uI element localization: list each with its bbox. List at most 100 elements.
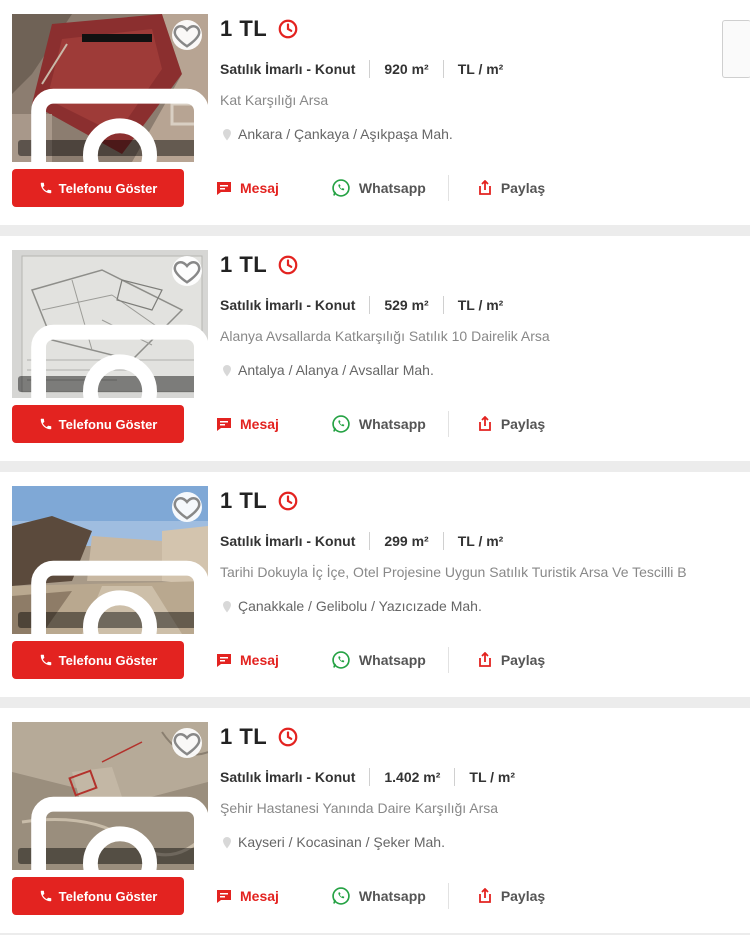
clock-icon [277, 490, 299, 512]
property-type: Satılık İmarlı - Konut [220, 769, 356, 785]
location-text: Kayseri / Kocasinan / Şeker Mah. [238, 834, 445, 850]
message-label: Mesaj [240, 416, 279, 432]
photo-count-badge: 1 [18, 88, 208, 162]
share-icon [478, 652, 491, 667]
share-label: Paylaş [500, 416, 546, 432]
show-phone-label: Telefonu Göster [58, 416, 158, 432]
listing-title[interactable]: Kat Karşılığı Arsa [220, 92, 750, 108]
photo-count-badge: 1 [18, 796, 208, 870]
listing-title[interactable]: Tarihi Dokuyla İç İçe, Otel Projesine Uy… [220, 564, 750, 580]
listing-card[interactable]: 8 1 TL Satılık İmarlı - Konut 299 m² TL … [0, 472, 750, 697]
divider [447, 411, 449, 437]
listing-photo[interactable]: 17 [12, 250, 208, 398]
action-bar: Telefonu Göster Mesaj Whatsapp Paylaş [12, 405, 545, 443]
divider [369, 60, 371, 78]
listing-specs: Satılık İmarlı - Konut 920 m² TL / m² [220, 60, 503, 78]
favorite-button[interactable] [172, 20, 202, 50]
area: 529 m² [384, 297, 429, 313]
show-phone-button[interactable]: Telefonu Göster [12, 641, 184, 679]
message-button[interactable]: Mesaj [216, 169, 279, 207]
divider [369, 532, 371, 550]
listing-photo[interactable]: 1 [12, 722, 208, 870]
area: 1.402 m² [384, 769, 441, 785]
share-button[interactable]: Paylaş [477, 405, 545, 443]
show-phone-label: Telefonu Göster [58, 180, 158, 196]
unit-price: TL / m² [469, 769, 516, 785]
listing-price: 1 TL [220, 16, 268, 41]
whatsapp-icon [332, 415, 350, 433]
whatsapp-button[interactable]: Whatsapp [331, 877, 426, 915]
phone-icon [40, 890, 51, 902]
share-button[interactable]: Paylaş [477, 169, 545, 207]
show-phone-button[interactable]: Telefonu Göster [12, 169, 184, 207]
whatsapp-label: Whatsapp [358, 180, 426, 196]
property-type: Satılık İmarlı - Konut [220, 297, 356, 313]
message-label: Mesaj [240, 180, 279, 196]
whatsapp-icon [332, 651, 350, 669]
favorite-button[interactable] [172, 256, 202, 286]
listing-price: 1 TL [220, 488, 268, 513]
favorite-button[interactable] [172, 728, 202, 758]
location-pin-icon [223, 600, 231, 612]
location-text: Antalya / Alanya / Avsallar Mah. [238, 362, 434, 378]
whatsapp-icon [332, 179, 350, 197]
side-thumbnail[interactable] [722, 20, 750, 78]
message-button[interactable]: Mesaj [216, 641, 279, 679]
message-button[interactable]: Mesaj [216, 405, 279, 443]
whatsapp-button[interactable]: Whatsapp [331, 405, 426, 443]
share-button[interactable]: Paylaş [477, 877, 545, 915]
message-icon [217, 181, 231, 195]
whatsapp-button[interactable]: Whatsapp [331, 169, 426, 207]
clock-icon [277, 254, 299, 276]
message-icon [217, 889, 231, 903]
listing-card[interactable]: 1 1 TL Satılık İmarlı - Konut 1.402 m² T… [0, 708, 750, 933]
whatsapp-button[interactable]: Whatsapp [331, 641, 426, 679]
property-type: Satılık İmarlı - Konut [220, 61, 356, 77]
share-icon [478, 180, 491, 195]
share-button[interactable]: Paylaş [477, 641, 545, 679]
clock-icon [277, 726, 299, 748]
divider [447, 175, 449, 201]
message-label: Mesaj [240, 888, 279, 904]
divider [369, 296, 371, 314]
share-label: Paylaş [500, 652, 546, 668]
camera-icon [31, 796, 208, 870]
divider [442, 532, 444, 550]
camera-icon [31, 560, 208, 634]
listing-price: 1 TL [220, 252, 268, 277]
message-button[interactable]: Mesaj [216, 877, 279, 915]
listing-photo[interactable]: 1 [12, 14, 208, 162]
photo-count-badge: 17 [18, 324, 208, 398]
listing-list: 1 1 TL Satılık İmarlı - Konut 920 m² TL … [0, 0, 750, 935]
listing-photo[interactable]: 8 [12, 486, 208, 634]
show-phone-button[interactable]: Telefonu Göster [12, 877, 184, 915]
area: 299 m² [384, 533, 429, 549]
action-bar: Telefonu Göster Mesaj Whatsapp Paylaş [12, 641, 545, 679]
phone-icon [40, 418, 51, 430]
share-label: Paylaş [500, 180, 546, 196]
divider [442, 60, 444, 78]
listing-specs: Satılık İmarlı - Konut 1.402 m² TL / m² [220, 768, 515, 786]
phone-icon [40, 654, 51, 666]
listing-title[interactable]: Alanya Avsallarda Katkarşılığı Satılık 1… [220, 328, 750, 344]
clock-icon [277, 18, 299, 40]
action-bar: Telefonu Göster Mesaj Whatsapp Paylaş [12, 877, 545, 915]
listing-location: Kayseri / Kocasinan / Şeker Mah. [222, 834, 445, 850]
share-icon [478, 416, 491, 431]
divider [369, 768, 371, 786]
location-text: Çanakkale / Gelibolu / Yazıcızade Mah. [238, 598, 482, 614]
share-icon [478, 888, 491, 903]
favorite-button[interactable] [172, 492, 202, 522]
listing-location: Ankara / Çankaya / Aşıkpaşa Mah. [222, 126, 453, 142]
listing-card[interactable]: 17 1 TL Satılık İmarlı - Konut 529 m² TL… [0, 236, 750, 461]
divider [447, 883, 449, 909]
listing-card[interactable]: 1 1 TL Satılık İmarlı - Konut 920 m² TL … [0, 0, 750, 225]
listing-title[interactable]: Şehir Hastanesi Yanında Daire Karşılığı … [220, 800, 750, 816]
area: 920 m² [384, 61, 429, 77]
listing-specs: Satılık İmarlı - Konut 299 m² TL / m² [220, 532, 503, 550]
location-pin-icon [223, 836, 231, 848]
show-phone-button[interactable]: Telefonu Göster [12, 405, 184, 443]
property-type: Satılık İmarlı - Konut [220, 533, 356, 549]
message-icon [217, 653, 231, 667]
divider [454, 768, 456, 786]
